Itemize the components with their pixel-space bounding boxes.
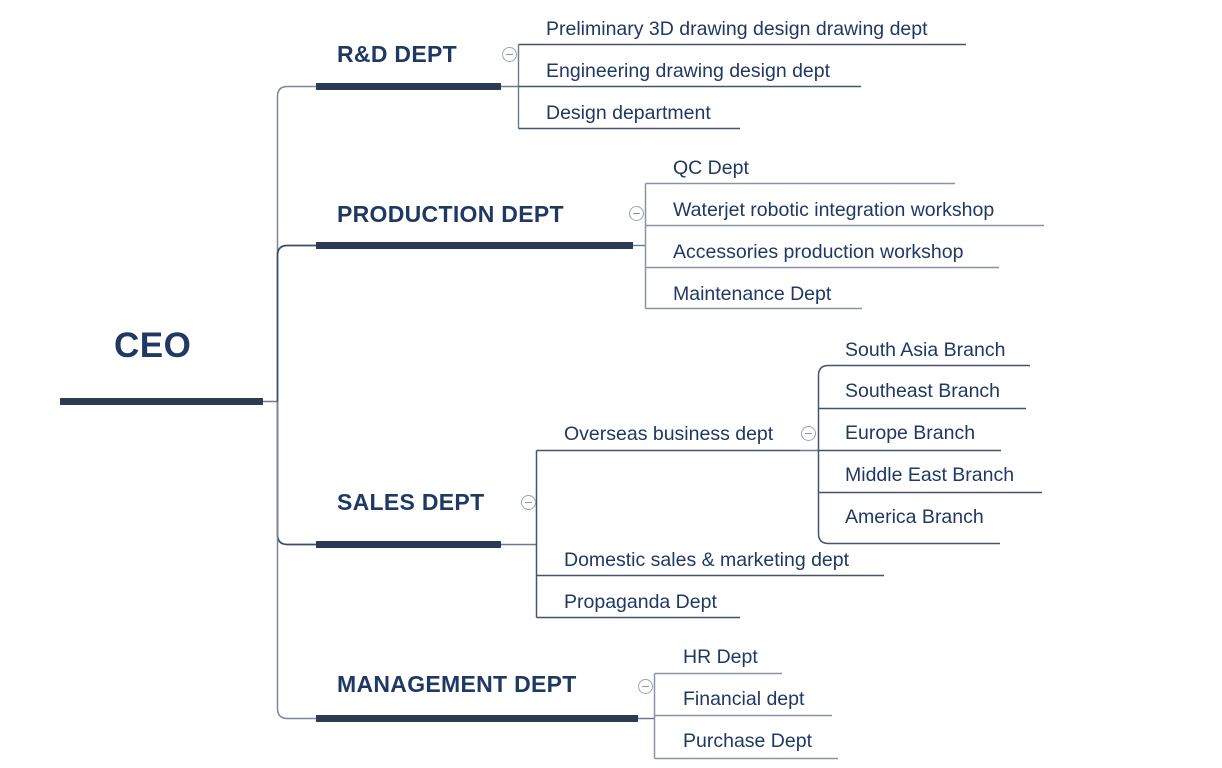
toggle-collapse-overseas-business-dept[interactable] bbox=[801, 426, 816, 441]
toggle-collapse-production-dept[interactable] bbox=[629, 206, 644, 221]
node-label-rnd-dept: R&D DEPT bbox=[337, 41, 457, 67]
node-label-middle-east-branch: Middle East Branch bbox=[845, 464, 1015, 486]
toggle-collapse-management-dept[interactable] bbox=[638, 679, 653, 694]
node-label-financial-dept: Financial dept bbox=[683, 688, 805, 710]
node-label-purchase-dept: Purchase Dept bbox=[683, 730, 812, 752]
node-label-europe-branch: Europe Branch bbox=[845, 422, 976, 444]
node-label-south-asia-branch: South Asia Branch bbox=[845, 339, 1006, 361]
node-label-qc-dept: QC Dept bbox=[673, 157, 749, 179]
node-label-preliminary-3d-drawing-design-drawing-dept: Preliminary 3D drawing design drawing de… bbox=[546, 18, 928, 40]
node-label-production-dept: PRODUCTION DEPT bbox=[337, 201, 564, 227]
node-bar-ceo bbox=[60, 398, 263, 405]
node-label-domestic-sales-marketing-dept: Domestic sales & marketing dept bbox=[564, 549, 850, 571]
node-label-propaganda-dept: Propaganda Dept bbox=[564, 591, 717, 613]
node-label-ceo: CEO bbox=[114, 326, 192, 365]
node-label-design-department: Design department bbox=[546, 102, 711, 124]
node-bar-production-dept bbox=[316, 242, 633, 249]
node-label-accessories-production-workshop: Accessories production workshop bbox=[673, 241, 964, 263]
node-bar-management-dept bbox=[316, 715, 638, 722]
node-label-america-branch: America Branch bbox=[845, 506, 984, 528]
node-label-maintenance-dept: Maintenance Dept bbox=[673, 283, 832, 305]
node-label-engineering-drawing-design-dept: Engineering drawing design dept bbox=[546, 60, 831, 82]
node-bar-sales-dept bbox=[316, 541, 501, 548]
toggle-collapse-rnd-dept[interactable] bbox=[502, 47, 517, 62]
node-label-overseas-business-dept: Overseas business dept bbox=[564, 423, 774, 445]
mindmap-canvas: CEO R&D DEPT Preliminary 3D drawing desi… bbox=[0, 0, 1222, 768]
node-label-southeast-branch: Southeast Branch bbox=[845, 380, 1001, 402]
node-label-waterjet-robotic-integration-workshop: Waterjet robotic integration workshop bbox=[673, 199, 995, 221]
node-label-hr-dept: HR Dept bbox=[683, 646, 758, 668]
node-label-sales-dept: SALES DEPT bbox=[337, 489, 485, 515]
toggle-collapse-sales-dept[interactable] bbox=[521, 495, 536, 510]
node-bar-rnd-dept bbox=[316, 83, 501, 90]
node-label-management-dept: MANAGEMENT DEPT bbox=[337, 671, 577, 697]
